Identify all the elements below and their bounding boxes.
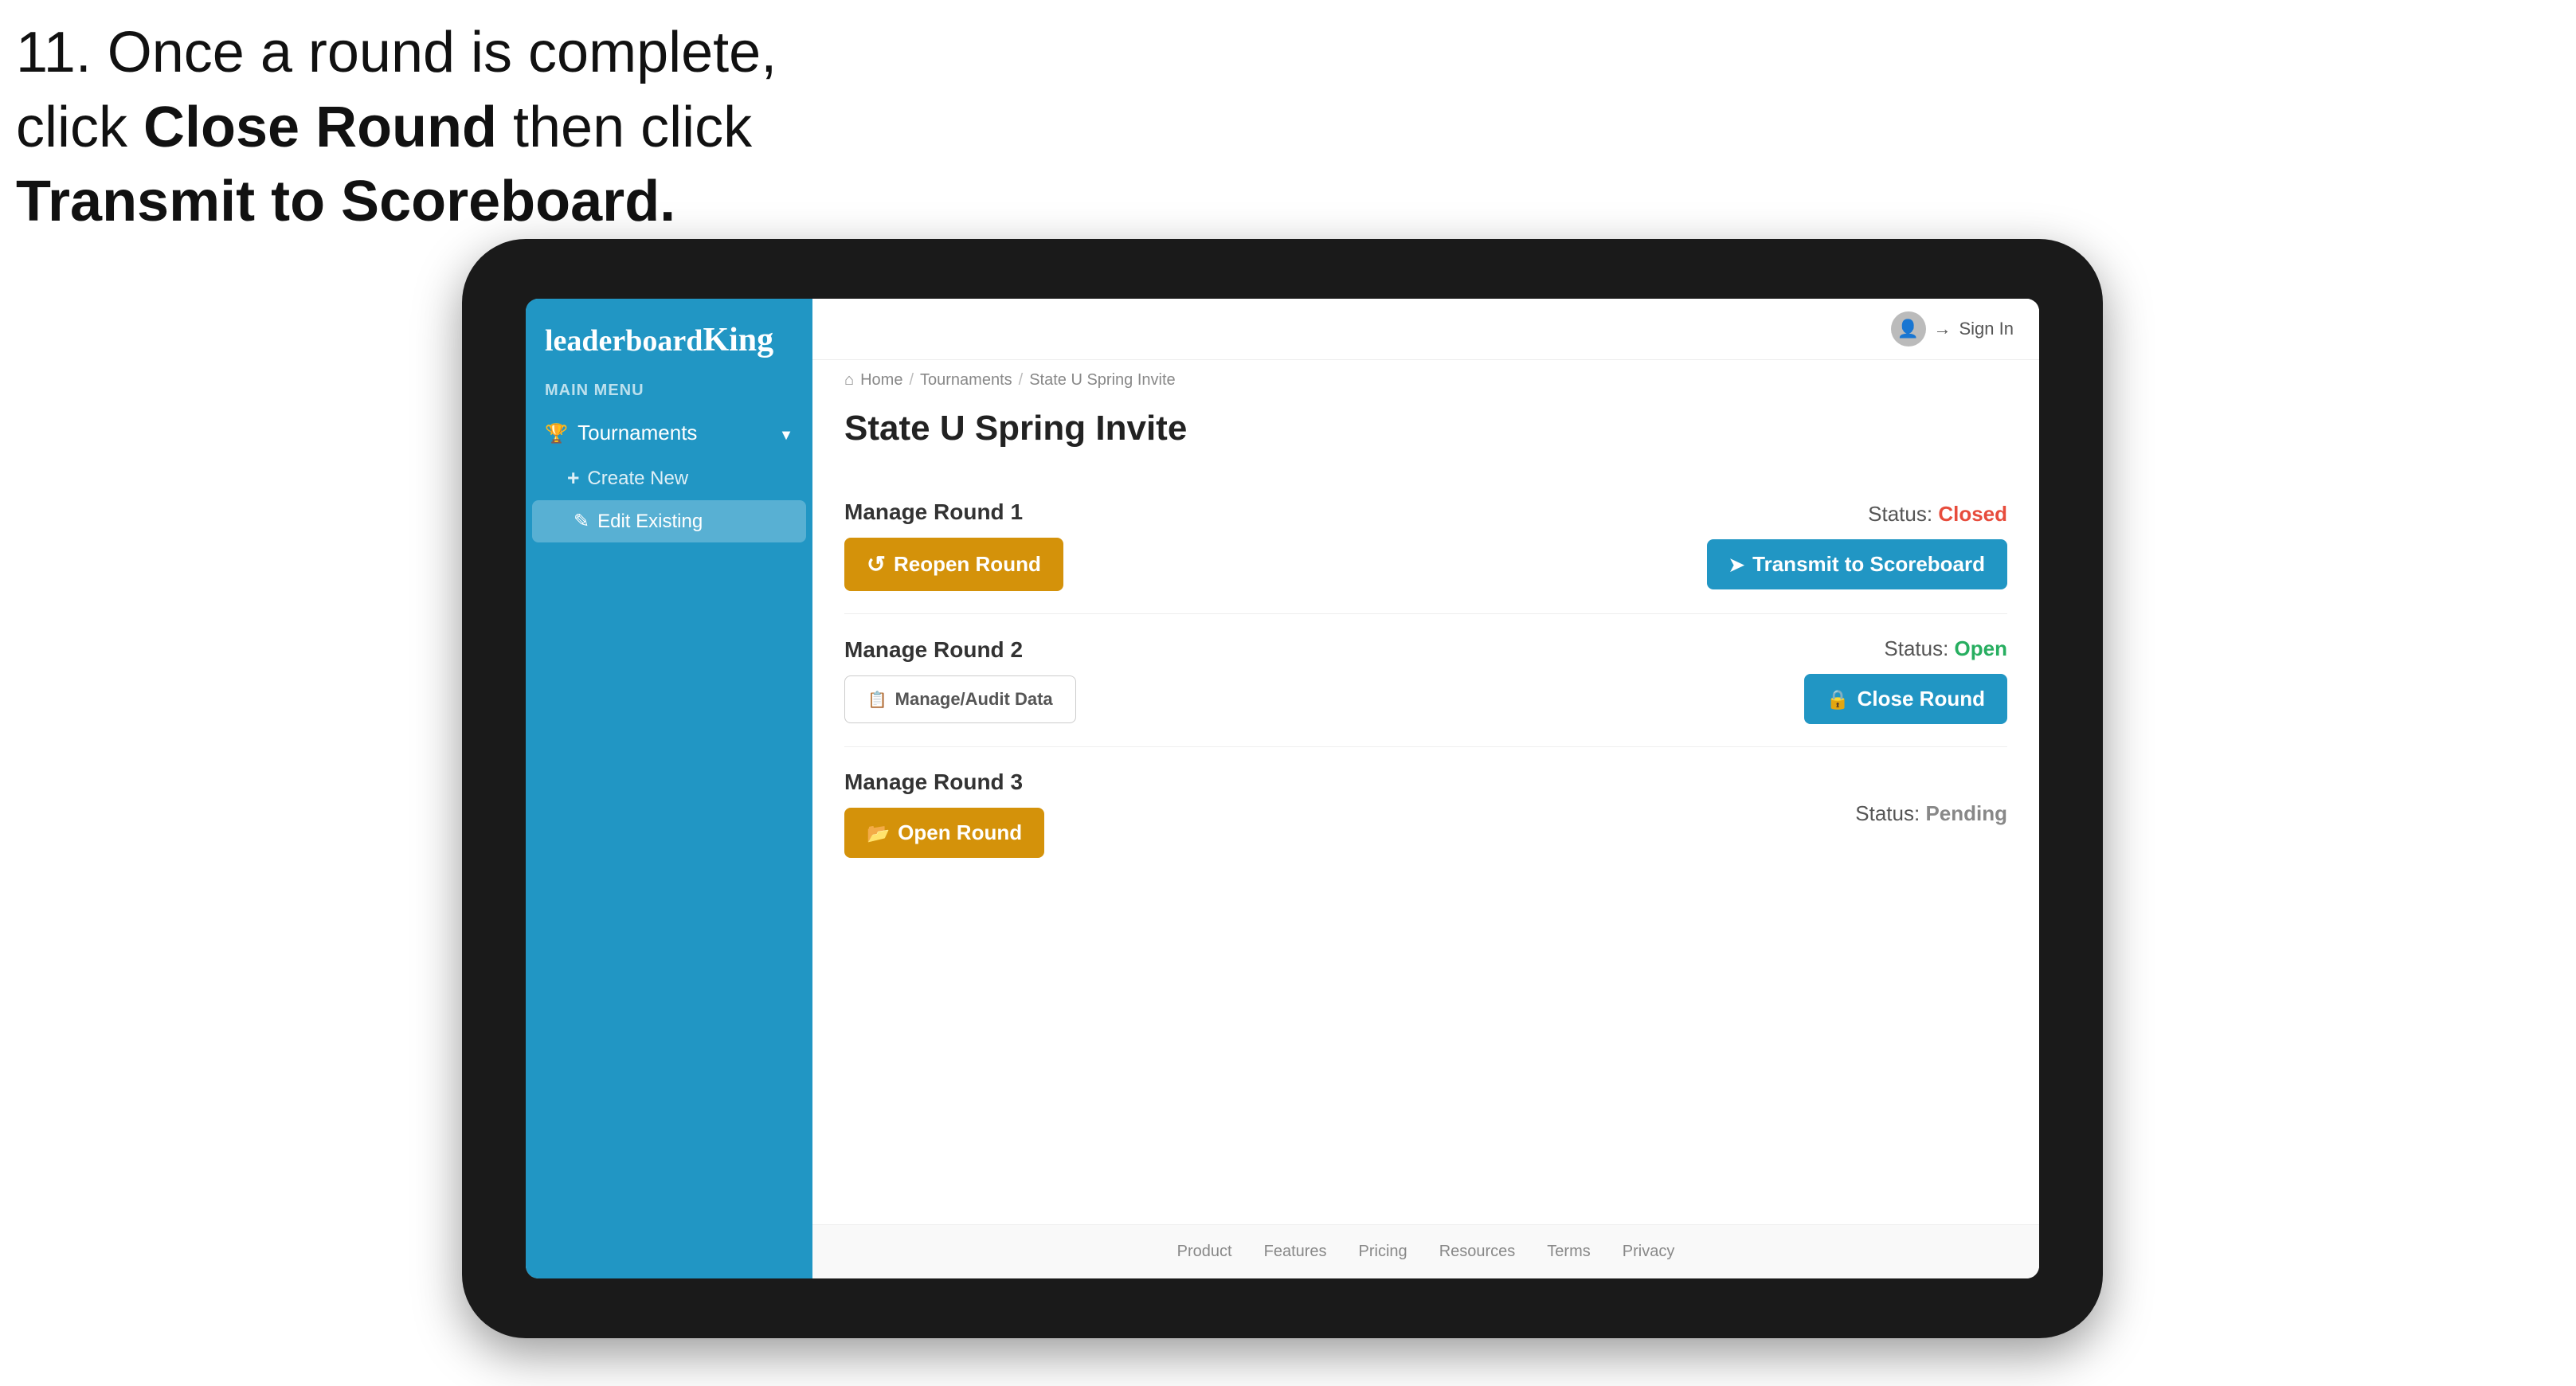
footer-privacy[interactable]: Privacy <box>1623 1243 1675 1261</box>
footer-terms[interactable]: Terms <box>1547 1243 1590 1261</box>
signin-label: Sign In <box>1959 319 2014 339</box>
plus-icon <box>567 466 579 491</box>
round-2-right: Status: Open Close Round <box>1804 636 2007 724</box>
tablet-shell: leaderboardKing MAIN MENU Tournaments Cr… <box>462 239 2103 1338</box>
logo-text-normal: leaderboard <box>545 324 703 358</box>
transmit-to-scoreboard-button[interactable]: Transmit to Scoreboard <box>1707 539 2007 589</box>
breadcrumb-tournaments[interactable]: Tournaments <box>920 371 1012 390</box>
sidebar-menu-label: MAIN MENU <box>526 375 812 409</box>
breadcrumb: Home / Tournaments / State U Spring Invi… <box>812 360 2039 401</box>
app-layout: leaderboardKing MAIN MENU Tournaments Cr… <box>526 299 2039 1278</box>
status-pending-badge: Pending <box>1925 801 2007 825</box>
round-3-right: Status: Pending <box>1855 801 2007 826</box>
status-closed-badge: Closed <box>1938 502 2007 526</box>
edit-existing-label: Edit Existing <box>597 511 703 533</box>
reopen-round-button[interactable]: Reopen Round <box>844 538 1063 591</box>
round-3-title: Manage Round 3 <box>844 769 1044 795</box>
sign-in-button[interactable]: 👤 Sign In <box>1891 311 2014 346</box>
round-1-title: Manage Round 1 <box>844 499 1063 525</box>
chevron-down-icon <box>779 421 793 445</box>
sidebar-item-edit-existing[interactable]: Edit Existing <box>532 500 806 542</box>
avatar-icon: 👤 <box>1897 319 1919 339</box>
reopen-round-label: Reopen Round <box>894 552 1041 577</box>
transmit-icon <box>1729 552 1745 577</box>
reopen-icon <box>867 550 886 578</box>
user-avatar: 👤 <box>1891 311 1926 346</box>
round-3-section: Manage Round 3 Open Round Status: Pendin… <box>844 747 2007 880</box>
round-2-title: Manage Round 2 <box>844 637 1076 663</box>
footer-features[interactable]: Features <box>1264 1243 1327 1261</box>
topbar: 👤 Sign In <box>812 299 2039 360</box>
round-1-status: Status: Closed <box>1868 502 2007 527</box>
logo-text-bold: King <box>703 322 773 358</box>
close-round-icon <box>1826 687 1850 711</box>
sidebar-tournaments-label: Tournaments <box>577 421 697 445</box>
open-round-label: Open Round <box>898 820 1022 845</box>
create-new-label: Create New <box>587 468 688 490</box>
close-round-label: Close Round <box>1858 687 1985 711</box>
page-content: State U Spring Invite Manage Round 1 Reo… <box>812 401 2039 1224</box>
audit-icon <box>867 689 887 710</box>
page-title: State U Spring Invite <box>844 409 2007 448</box>
footer-pricing[interactable]: Pricing <box>1359 1243 1407 1261</box>
manage-audit-label: Manage/Audit Data <box>895 689 1053 710</box>
breadcrumb-current: State U Spring Invite <box>1029 371 1175 390</box>
footer-resources[interactable]: Resources <box>1439 1243 1516 1261</box>
instruction-text: 11. Once a round is complete, click Clos… <box>16 16 777 240</box>
round-1-right: Status: Closed Transmit to Scoreboard <box>1707 502 2007 589</box>
footer-product[interactable]: Product <box>1177 1243 1232 1261</box>
breadcrumb-home[interactable]: Home <box>860 371 902 390</box>
sidebar-item-tournaments[interactable]: Tournaments <box>526 409 812 456</box>
round-2-left: Manage Round 2 Manage/Audit Data <box>844 637 1076 723</box>
signin-icon <box>1934 319 1952 339</box>
round-3-status: Status: Pending <box>1855 801 2007 826</box>
main-content: 👤 Sign In Home / Tournaments / State U S… <box>812 299 2039 1278</box>
trophy-icon <box>545 421 568 445</box>
tablet-screen: leaderboardKing MAIN MENU Tournaments Cr… <box>526 299 2039 1278</box>
close-round-button[interactable]: Close Round <box>1804 674 2007 724</box>
round-1-left: Manage Round 1 Reopen Round <box>844 499 1063 591</box>
round-2-status: Status: Open <box>1884 636 2007 661</box>
round-1-section: Manage Round 1 Reopen Round Status: Clos… <box>844 477 2007 614</box>
transmit-label: Transmit to Scoreboard <box>1752 552 1985 577</box>
home-icon <box>844 371 854 390</box>
round-2-section: Manage Round 2 Manage/Audit Data Status:… <box>844 614 2007 747</box>
edit-icon <box>574 510 589 533</box>
sidebar-logo: leaderboardKing <box>526 299 812 375</box>
round-3-left: Manage Round 3 Open Round <box>844 769 1044 858</box>
footer: Product Features Pricing Resources Terms… <box>812 1224 2039 1278</box>
sidebar: leaderboardKing MAIN MENU Tournaments Cr… <box>526 299 812 1278</box>
open-round-button[interactable]: Open Round <box>844 808 1044 858</box>
status-open-badge: Open <box>1955 636 2007 660</box>
open-round-icon <box>867 820 890 845</box>
manage-audit-button[interactable]: Manage/Audit Data <box>844 675 1076 723</box>
sidebar-item-create-new[interactable]: Create New <box>526 456 812 500</box>
